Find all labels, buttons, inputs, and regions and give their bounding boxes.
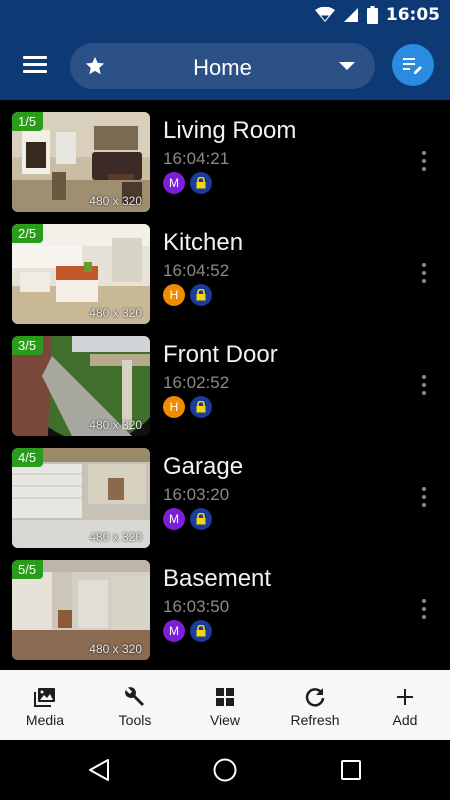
camera-row-garage[interactable]: 4/5 480 x 320 Garage 16:03:20 M — [0, 436, 450, 548]
camera-badges: M — [163, 620, 212, 642]
battery-icon — [366, 6, 378, 24]
resolution-label: 480 x 320 — [89, 530, 142, 544]
camera-name: Living Room — [163, 117, 297, 144]
camera-index-badge: 3/5 — [12, 336, 44, 355]
camera-index-badge: 5/5 — [12, 560, 44, 579]
camera-thumbnail[interactable]: 1/5 480 x 320 — [12, 112, 150, 212]
signal-icon — [343, 8, 358, 22]
wifi-icon — [314, 7, 335, 22]
more-options-icon[interactable] — [416, 598, 432, 622]
mode-badge: M — [163, 620, 185, 642]
resolution-label: 480 x 320 — [89, 642, 142, 656]
tab-media[interactable]: Media — [0, 670, 90, 740]
camera-timestamp: 16:03:50 — [163, 597, 230, 616]
mode-badge: H — [163, 284, 185, 306]
tab-label: Refresh — [290, 712, 340, 728]
camera-thumbnail[interactable]: 5/5 480 x 320 — [12, 560, 150, 660]
tab-add[interactable]: Add — [360, 670, 450, 740]
media-gallery-icon — [34, 688, 55, 707]
mode-badge: M — [163, 172, 185, 194]
tab-tools[interactable]: Tools — [90, 670, 180, 740]
system-navigation-bar — [0, 740, 450, 800]
camera-badges: M — [163, 508, 212, 530]
home-icon[interactable] — [212, 757, 238, 783]
tab-label: Add — [392, 712, 418, 728]
camera-index-badge: 4/5 — [12, 448, 44, 467]
lock-icon — [190, 396, 212, 418]
camera-thumbnail[interactable]: 4/5 480 x 320 — [12, 448, 150, 548]
camera-index-badge: 2/5 — [12, 224, 44, 243]
status-icons: 16:05 — [314, 5, 440, 25]
wrench-icon — [125, 687, 144, 706]
more-options-icon[interactable] — [416, 374, 432, 398]
app-bar: Home — [0, 30, 450, 100]
camera-badges: M — [163, 172, 212, 194]
tab-label: Media — [25, 712, 65, 728]
more-options-icon[interactable] — [416, 486, 432, 510]
mode-badge: H — [163, 396, 185, 418]
camera-thumbnail[interactable]: 2/5 480 x 320 — [12, 224, 150, 324]
bottom-toolbar: Media Tools View Refresh Add — [0, 670, 450, 740]
hamburger-menu-icon[interactable] — [18, 52, 54, 80]
lock-icon — [190, 172, 212, 194]
mode-badge: M — [163, 508, 185, 530]
camera-thumbnail[interactable]: 3/5 480 x 320 — [12, 336, 150, 436]
camera-name: Front Door — [163, 341, 278, 368]
resolution-label: 480 x 320 — [89, 418, 142, 432]
camera-badges: H — [163, 396, 212, 418]
tab-refresh[interactable]: Refresh — [270, 670, 360, 740]
back-icon[interactable] — [86, 757, 112, 783]
plus-icon — [397, 689, 413, 705]
camera-list: 1/5 480 x 320 Living Room 16:04:21 M 2/5… — [0, 100, 450, 670]
camera-timestamp: 16:02:52 — [163, 373, 230, 392]
camera-badges: H — [163, 284, 212, 306]
grid-view-icon — [216, 688, 234, 706]
chevron-down-icon — [339, 62, 355, 70]
location-label: Home — [193, 55, 252, 80]
camera-name: Basement — [163, 565, 272, 592]
resolution-label: 480 x 320 — [89, 194, 142, 208]
more-options-icon[interactable] — [416, 150, 432, 174]
camera-row-basement[interactable]: 5/5 480 x 320 Basement 16:03:50 M — [0, 548, 450, 660]
camera-timestamp: 16:04:21 — [163, 149, 230, 168]
tab-label: Tools — [118, 712, 152, 728]
camera-timestamp: 16:03:20 — [163, 485, 230, 504]
recents-icon[interactable] — [338, 757, 364, 783]
resolution-label: 480 x 320 — [89, 306, 142, 320]
lock-icon — [190, 508, 212, 530]
edit-list-icon — [403, 58, 422, 74]
status-time: 16:05 — [385, 5, 440, 25]
camera-row-front-door[interactable]: 3/5 480 x 320 Front Door 16:02:52 H — [0, 324, 450, 436]
lock-icon — [190, 284, 212, 306]
refresh-icon — [305, 688, 325, 707]
camera-name: Garage — [163, 453, 244, 480]
tab-view[interactable]: View — [180, 670, 270, 740]
tab-label: View — [209, 712, 241, 728]
camera-timestamp: 16:04:52 — [163, 261, 230, 280]
edit-list-button[interactable] — [392, 44, 434, 86]
camera-index-badge: 1/5 — [12, 112, 44, 131]
more-options-icon[interactable] — [416, 262, 432, 286]
camera-name: Kitchen — [163, 229, 244, 256]
location-dropdown[interactable]: Home — [70, 43, 375, 89]
lock-icon — [190, 620, 212, 642]
camera-row-kitchen[interactable]: 2/5 480 x 320 Kitchen 16:04:52 H — [0, 212, 450, 324]
status-bar: 16:05 — [0, 0, 450, 30]
camera-row-living-room[interactable]: 1/5 480 x 320 Living Room 16:04:21 M — [0, 100, 450, 212]
